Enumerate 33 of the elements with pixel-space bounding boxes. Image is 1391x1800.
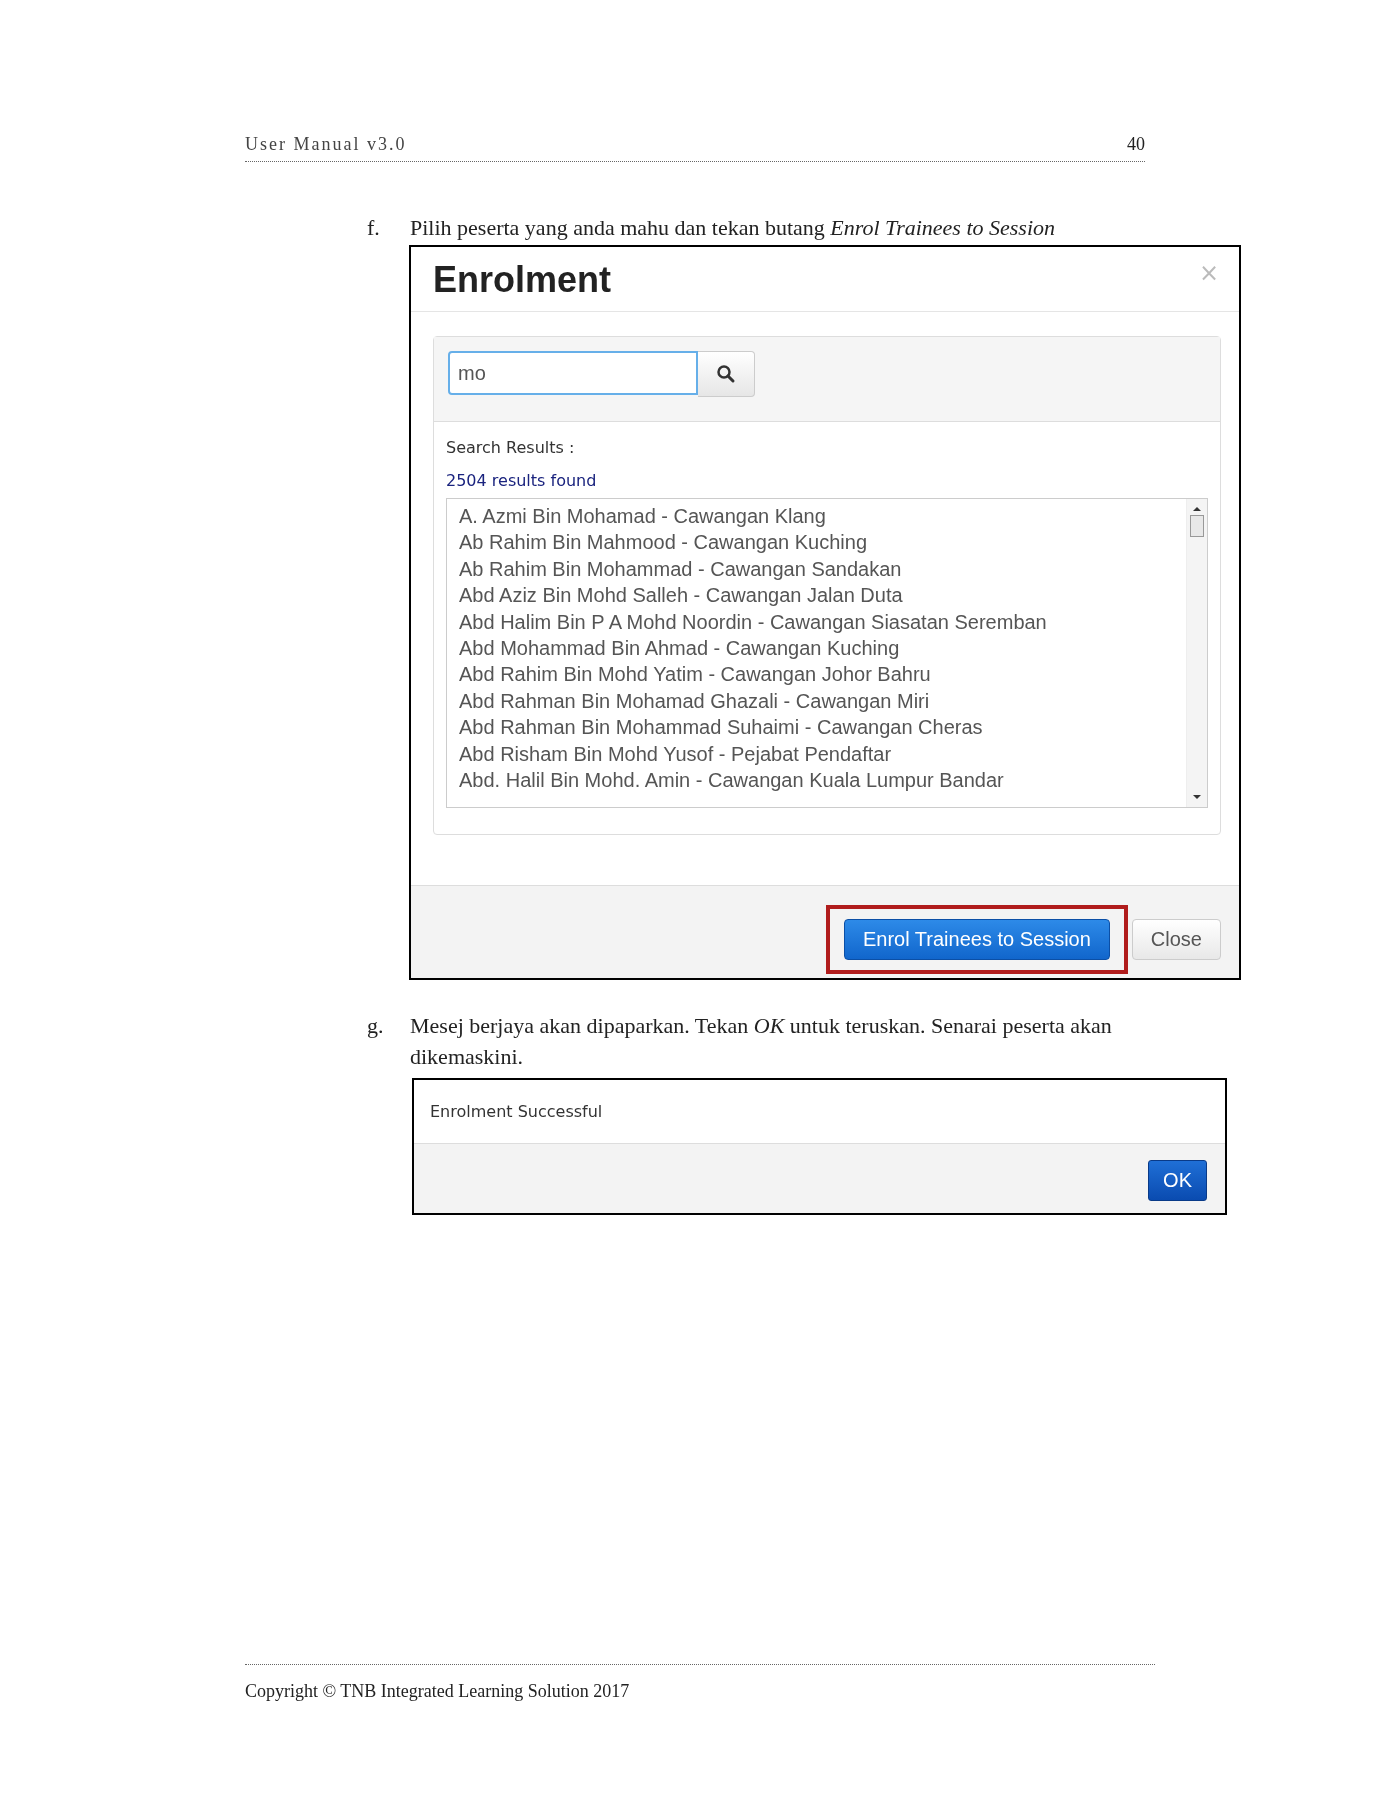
list-item[interactable]: Abd Rahim Bin Mohd Yatim - Cawangan Johor Bahru <box>459 661 1174 688</box>
step-text: Pilih peserta yang anda mahu dan tekan butang Enrol Trainees to Session <box>410 214 1057 242</box>
scroll-thumb[interactable] <box>1190 515 1204 537</box>
copyright-text: Copyright © TNB Integrated Learning Solution 2017 <box>245 1681 631 1702</box>
list-item[interactable]: Abd Rahman Bin Mohamad Ghazali - Cawangan Miri <box>459 687 1174 715</box>
results-label: Search Results : <box>446 438 576 457</box>
enrol-button[interactable]: Enrol Trainees to Session <box>843 918 1110 960</box>
list-item[interactable]: Ab Rahim Bin Mohammad - Cawangan Sandakan <box>459 555 1174 583</box>
message-text: Enrolment Successful <box>430 1102 603 1121</box>
ok-button[interactable]: OK <box>1148 1160 1207 1201</box>
results-count: 2504 results found <box>446 471 598 490</box>
list-item[interactable]: Ab Rahim Bin Mahmood - Cawangan Kuching <box>459 529 1174 556</box>
search-field[interactable]: mo <box>448 351 698 395</box>
search-button[interactable] <box>698 351 755 397</box>
list-item[interactable]: Abd. Halil Bin Mohd. Amin - Cawangan Kuala Lumpur Bandar <box>459 767 1174 794</box>
dialog-title: Enrolment <box>433 259 611 301</box>
scrollbar[interactable] <box>1186 499 1207 807</box>
list-item[interactable]: Abd Risham Bin Mohd Yusof - Pejabat Pendaftar <box>459 740 1174 768</box>
search-icon <box>716 364 736 384</box>
list-item[interactable]: Abd Rahman Bin Mohammad Suhaimi - Cawangan Cheras <box>459 714 1174 741</box>
down-arrow-icon <box>1192 793 1202 801</box>
up-arrow-icon <box>1192 505 1202 513</box>
list-item[interactable]: Abd Aziz Bin Mohd Salleh - Cawangan Jalan Duta <box>459 582 1174 609</box>
page-number: 40 <box>1127 134 1145 155</box>
close-button[interactable]: Close <box>1131 918 1221 960</box>
header-title: User Manual v3.0 <box>245 134 407 155</box>
list-item[interactable]: A. Azmi Bin Mohamad - Cawangan Klang <box>459 503 1174 530</box>
step-marker: f. <box>367 214 381 242</box>
step-marker: g. <box>367 1012 385 1040</box>
results-list[interactable] <box>446 498 1208 808</box>
step-text: Mesej berjaya akan dipaparkan. Tekan OK untuk teruskan. Senarai peserta akan dikemaskini. <box>410 1012 1113 1071</box>
list-item[interactable]: Abd Halim Bin P A Mohd Noordin - Cawangan Siasatan Seremban <box>459 608 1174 636</box>
list-item[interactable]: Abd Mohammad Bin Ahmad - Cawangan Kuching <box>459 635 1174 662</box>
